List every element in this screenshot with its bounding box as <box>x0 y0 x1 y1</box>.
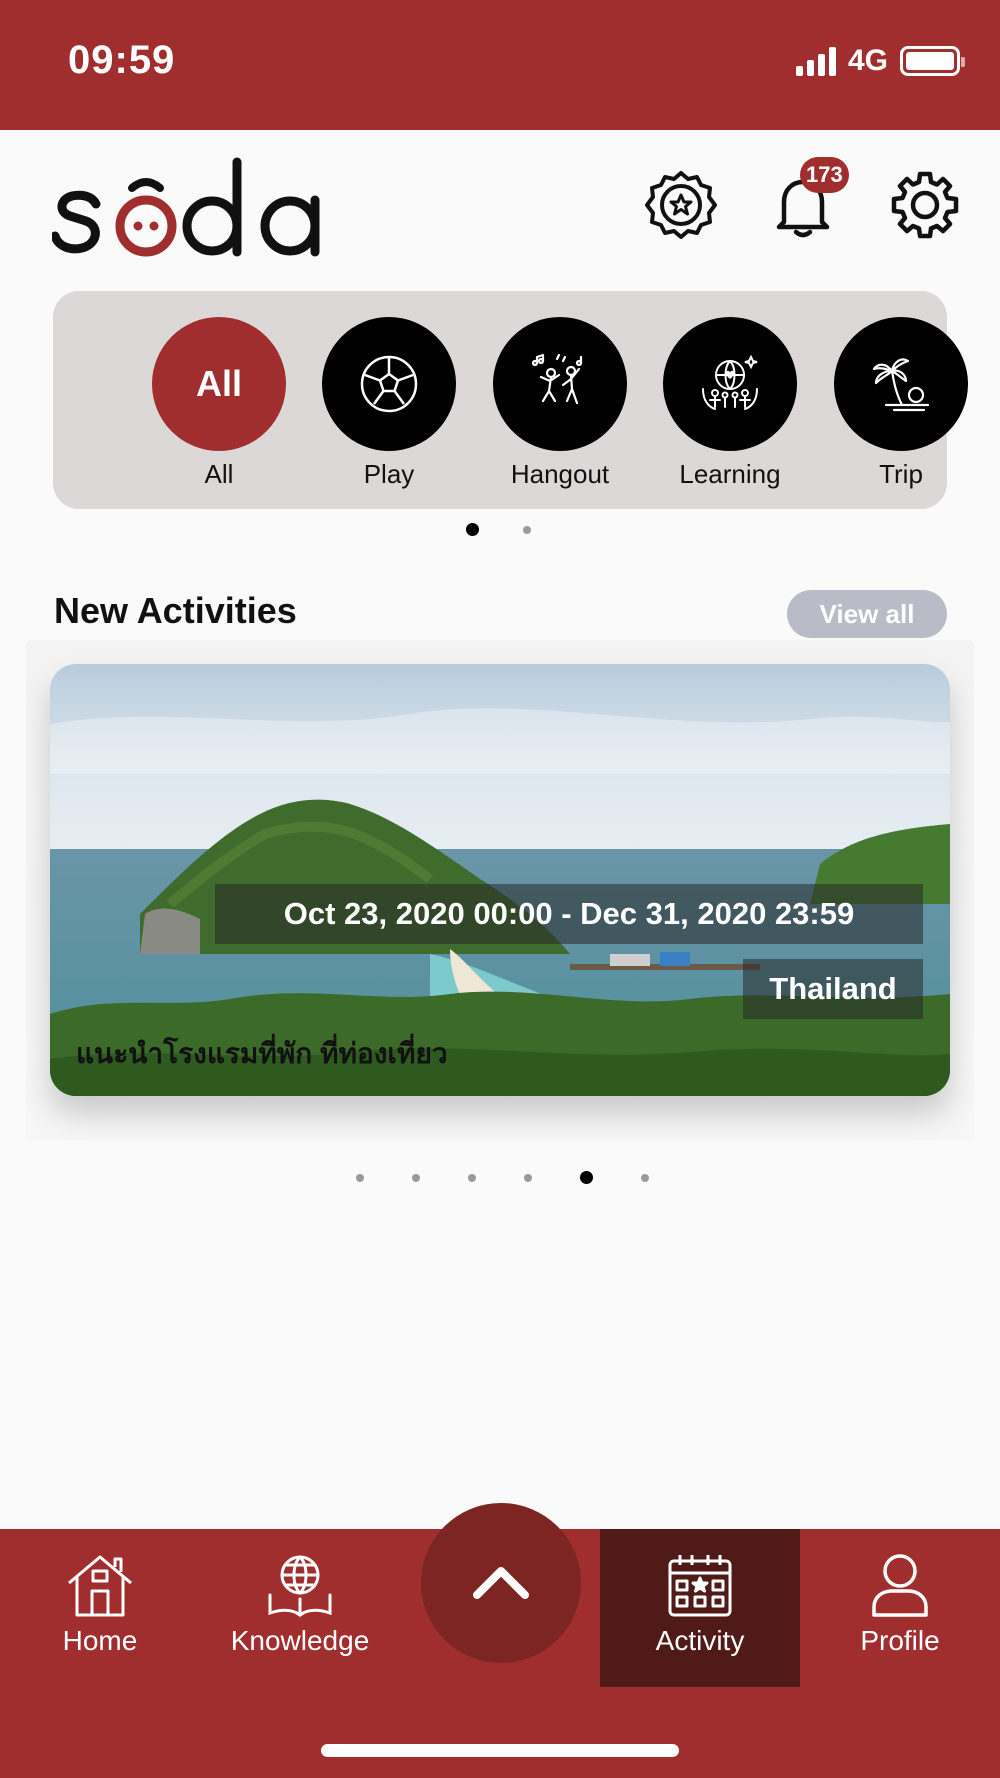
dancing-people-icon <box>531 353 583 405</box>
category-panel: All All Play Hangout Learning Trip <box>53 291 968 509</box>
nav-activity[interactable]: Activity <box>600 1529 800 1687</box>
nav-label: Profile <box>860 1625 940 1656</box>
activity-card[interactable]: Oct 23, 2020 00:00 - Dec 31, 2020 23:59 … <box>50 664 950 1096</box>
nav-knowledge[interactable]: Knowledge <box>200 1529 400 1687</box>
pager-dot[interactable] <box>641 1173 649 1182</box>
palm-tree-icon <box>872 358 930 412</box>
pager-dot[interactable] <box>524 1173 532 1182</box>
status-time: 09:59 <box>68 38 176 82</box>
signal-icon <box>795 46 836 76</box>
soda-logo <box>52 157 320 257</box>
activity-location: Thailand <box>743 959 923 1019</box>
nav-label: Home <box>62 1625 138 1656</box>
view-all-button[interactable]: View all <box>787 590 947 638</box>
pager-dot[interactable] <box>466 523 479 536</box>
category-play[interactable]: Play <box>319 317 459 490</box>
status-bar: 09:59 4G <box>0 0 1000 130</box>
calendar-star-icon <box>668 1555 732 1617</box>
star-badge-icon[interactable] <box>644 168 718 242</box>
pager-dot[interactable] <box>412 1173 420 1182</box>
pager-dot[interactable] <box>468 1173 476 1182</box>
nav-profile[interactable]: Profile <box>800 1529 1000 1687</box>
category-label: Hangout <box>510 459 610 489</box>
category-hangout[interactable]: Hangout <box>490 317 630 490</box>
house-icon <box>68 1555 132 1617</box>
notification-count-badge: 173 <box>800 157 849 193</box>
category-all-circle-text: All <box>195 363 242 404</box>
category-label: All <box>204 459 234 489</box>
category-label: Play <box>363 459 415 489</box>
category-all[interactable]: All All <box>149 317 289 490</box>
network-type: 4G <box>847 44 888 77</box>
expand-menu-button[interactable] <box>421 1503 581 1663</box>
category-pager <box>466 523 531 536</box>
person-icon <box>872 1554 928 1617</box>
soccer-ball-icon <box>360 355 418 413</box>
category-trip[interactable]: Trip <box>831 317 971 490</box>
battery-icon <box>900 46 965 76</box>
category-play-circle[interactable] <box>322 317 456 451</box>
nav-label: Knowledge <box>230 1625 370 1656</box>
activity-date-range: Oct 23, 2020 00:00 - Dec 31, 2020 23:59 <box>215 884 923 944</box>
activity-pager <box>356 1171 649 1184</box>
category-learning-circle[interactable] <box>663 317 797 451</box>
category-label: Learning <box>679 459 781 489</box>
pager-dot[interactable] <box>580 1171 593 1184</box>
globe-family-icon <box>702 354 758 410</box>
pager-dot[interactable] <box>356 1173 364 1182</box>
nav-label: Activity <box>655 1625 745 1656</box>
home-indicator <box>321 1744 679 1757</box>
nav-home[interactable]: Home <box>0 1529 200 1687</box>
gear-icon[interactable] <box>888 168 962 242</box>
pager-dot[interactable] <box>523 525 531 534</box>
category-label: Trip <box>879 459 923 489</box>
category-learning[interactable]: Learning <box>660 317 800 490</box>
section-title: New Activities <box>54 590 297 631</box>
status-indicators: 4G <box>795 44 965 78</box>
activity-title: แนะนำโรงแรมที่พัก ที่ท่องเที่ยว <box>76 1038 448 1069</box>
globe-book-icon <box>268 1555 332 1617</box>
category-trip-circle[interactable] <box>834 317 968 451</box>
chevron-up-icon <box>473 1567 529 1599</box>
category-all-circle[interactable]: All <box>152 317 286 451</box>
category-hangout-circle[interactable] <box>493 317 627 451</box>
